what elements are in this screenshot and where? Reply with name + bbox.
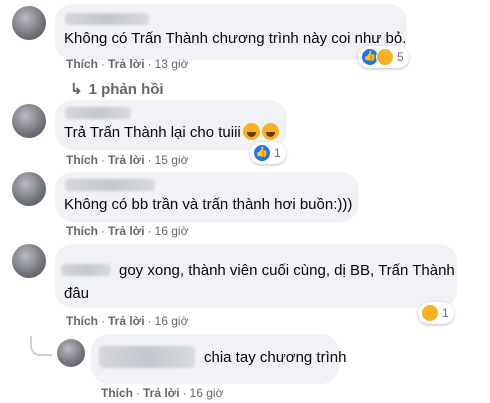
reply-button[interactable]: Trả lời — [143, 386, 180, 400]
reply-button[interactable]: Trả lời — [108, 314, 145, 328]
commenter-name-blurred[interactable] — [61, 264, 111, 276]
reaction-count: 1 — [442, 306, 449, 320]
comment-actions: Thích · Trả lời · 13 giờ — [66, 57, 189, 71]
replies-label: 1 phản hồi — [88, 81, 164, 98]
comment-actions: Thích · Trả lời · 16 giờ — [101, 386, 224, 400]
reply-bubble: chia tay chương trình — [91, 334, 346, 384]
comment-bubble: Không có bb trần và trấn thành hơi buồn:… — [55, 172, 359, 222]
like-button[interactable]: Thích — [66, 224, 98, 238]
commenter-avatar[interactable] — [12, 172, 46, 206]
commenter-avatar[interactable] — [12, 104, 46, 138]
comment-text-continued: đâu — [64, 285, 90, 302]
like-reaction-icon: 👍 — [253, 144, 271, 162]
comment-timestamp[interactable]: 15 giờ — [155, 153, 189, 167]
comment-bubble: goy xong, thành viên cuối cùng, dị BB, T… — [55, 244, 457, 308]
thread-connector — [30, 336, 52, 356]
reply-button[interactable]: Trả lời — [108, 57, 145, 71]
reply-arrow-icon: ↳ — [70, 81, 83, 98]
comment-actions: Thích · Trả lời · 16 giờ — [66, 224, 189, 238]
commenter-name-blurred[interactable] — [65, 107, 131, 119]
commenter-name-blurred[interactable] — [99, 346, 195, 368]
commenter-name-blurred[interactable] — [65, 13, 149, 25]
view-replies-link[interactable]: ↳ 1 phản hồi — [70, 80, 164, 98]
reply-button[interactable]: Trả lời — [108, 153, 145, 167]
comment-text: Không có bb trần và trấn thành hơi buồn:… — [64, 196, 353, 213]
comment-timestamp[interactable]: 16 giờ — [190, 386, 224, 400]
reply-text: chia tay chương trình — [204, 349, 347, 366]
commenter-avatar[interactable] — [57, 339, 85, 367]
haha-reaction-icon — [376, 48, 394, 66]
comment-actions: Thích · Trả lời · 15 giờ — [66, 153, 189, 167]
crying-emoji-icon — [242, 123, 260, 140]
sad-reaction-icon — [421, 304, 439, 322]
like-button[interactable]: Thích — [66, 314, 98, 328]
comment-actions: Thích · Trả lời · 16 giờ — [66, 314, 189, 328]
like-button[interactable]: Thích — [101, 386, 133, 400]
like-button[interactable]: Thích — [66, 153, 98, 167]
reaction-summary[interactable]: 👍 5 — [358, 46, 409, 68]
like-button[interactable]: Thích — [66, 57, 98, 71]
reaction-summary[interactable]: 1 — [418, 302, 454, 324]
commenter-avatar[interactable] — [12, 6, 46, 40]
comment-bubble: Không có Trấn Thành chương trình này coi… — [55, 4, 407, 60]
comment-timestamp[interactable]: 16 giờ — [155, 224, 189, 238]
comment-text: goy xong, thành viên cuối cùng, dị BB, T… — [119, 262, 455, 279]
crying-emoji-icon — [261, 123, 279, 140]
comment-timestamp[interactable]: 13 giờ — [155, 57, 189, 71]
reaction-summary[interactable]: 👍 1 — [250, 142, 286, 164]
reply-button[interactable]: Trả lời — [108, 224, 145, 238]
commenter-avatar[interactable] — [12, 244, 46, 278]
reaction-count: 5 — [397, 50, 404, 64]
comment-timestamp[interactable]: 16 giờ — [155, 314, 189, 328]
commenter-name-blurred[interactable] — [65, 179, 155, 191]
reaction-count: 1 — [274, 146, 281, 160]
comment-text: Không có Trấn Thành chương trình này coi… — [64, 30, 407, 47]
comment-text: Trả Trấn Thành lại cho tuiii — [64, 123, 279, 143]
comment-bubble: Trả Trấn Thành lại cho tuiii — [55, 100, 287, 150]
